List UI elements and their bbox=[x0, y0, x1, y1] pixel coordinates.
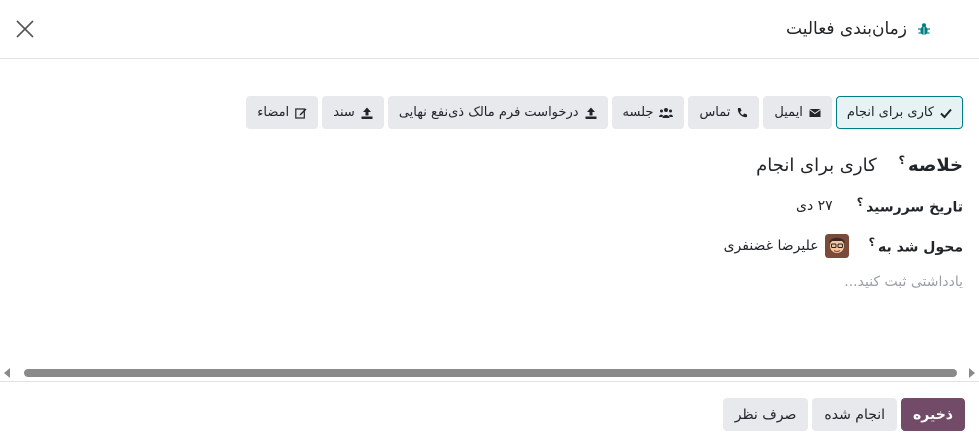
activity-type-label: سند bbox=[333, 105, 355, 120]
assigned-user-name: علیرضا غضنفری bbox=[723, 238, 819, 254]
activity-type-ubo-form-button[interactable]: درخواست فرم مالک ذی‌نفع نهایی bbox=[387, 96, 608, 129]
activity-type-document-button[interactable]: سند bbox=[322, 96, 384, 129]
activity-type-label: کاری برای انجام bbox=[846, 105, 934, 120]
activity-type-bar: کاری برای انجام ایمیل تماس جلسه درخواست … bbox=[246, 96, 963, 129]
activity-type-call-button[interactable]: تماس bbox=[688, 96, 760, 129]
save-button[interactable]: ذخیره bbox=[901, 398, 965, 431]
upload-icon bbox=[585, 107, 597, 119]
help-icon[interactable]: ؟ bbox=[857, 196, 863, 209]
assigned-label: محول شد به؟ bbox=[868, 236, 963, 256]
assigned-row: محول شد به؟ علیرضا غضنفری bbox=[724, 234, 963, 258]
dialog-title: زمان‌بندی فعالیت bbox=[786, 19, 907, 39]
activity-type-label: تماس bbox=[699, 105, 731, 120]
summary-row: خلاصه؟ کاری برای انجام bbox=[756, 154, 963, 176]
activity-type-label: امضاء bbox=[257, 105, 290, 120]
envelope-icon bbox=[809, 108, 821, 117]
scrollbar-thumb[interactable] bbox=[24, 369, 957, 377]
activity-type-sign-button[interactable]: امضاء bbox=[246, 96, 319, 129]
mark-done-button[interactable]: انجام شده bbox=[812, 398, 898, 431]
due-date-input[interactable]: ۲۷ دی bbox=[796, 198, 833, 214]
discard-button[interactable]: صرف نظر bbox=[722, 398, 809, 431]
users-icon bbox=[659, 107, 674, 118]
due-date-label: تاریخ سررسید؟ bbox=[856, 196, 963, 216]
due-date-row: تاریخ سررسید؟ ۲۷ دی bbox=[796, 196, 963, 216]
activity-type-label: جلسه bbox=[622, 105, 654, 120]
activity-type-label: ایمیل bbox=[774, 105, 803, 120]
dialog-header: زمان‌بندی فعالیت bbox=[0, 0, 979, 59]
phone-icon bbox=[738, 107, 748, 117]
avatar bbox=[824, 234, 849, 258]
activity-type-todo-button[interactable]: کاری برای انجام bbox=[835, 96, 963, 129]
footer-buttons: ذخیره انجام شده صرف نظر bbox=[722, 398, 965, 431]
activity-type-email-button[interactable]: ایمیل bbox=[763, 96, 832, 129]
horizontal-scrollbar[interactable] bbox=[4, 366, 975, 380]
dialog-footer: ذخیره انجام شده صرف نظر bbox=[0, 381, 979, 446]
edit-icon bbox=[295, 107, 307, 119]
note-row: یادداشتی ثبت کنید... bbox=[844, 274, 963, 290]
close-icon[interactable] bbox=[14, 18, 36, 40]
assigned-user-field[interactable]: علیرضا غضنفری bbox=[724, 234, 849, 258]
summary-input[interactable]: کاری برای انجام bbox=[756, 155, 877, 176]
dialog-title-wrap: زمان‌بندی فعالیت bbox=[786, 17, 931, 41]
scroll-right-arrow-icon[interactable] bbox=[969, 368, 975, 378]
help-icon[interactable]: ؟ bbox=[899, 154, 905, 167]
activity-type-meeting-button[interactable]: جلسه bbox=[611, 96, 685, 129]
note-input[interactable]: یادداشتی ثبت کنید... bbox=[844, 274, 963, 290]
summary-label: خلاصه؟ bbox=[898, 154, 963, 176]
bug-icon bbox=[918, 23, 930, 35]
upload-icon bbox=[361, 107, 373, 119]
help-icon[interactable]: ؟ bbox=[869, 236, 875, 249]
activity-type-label: درخواست فرم مالک ذی‌نفع نهایی bbox=[398, 105, 579, 120]
scroll-left-arrow-icon[interactable] bbox=[4, 368, 10, 378]
check-icon bbox=[940, 108, 952, 118]
